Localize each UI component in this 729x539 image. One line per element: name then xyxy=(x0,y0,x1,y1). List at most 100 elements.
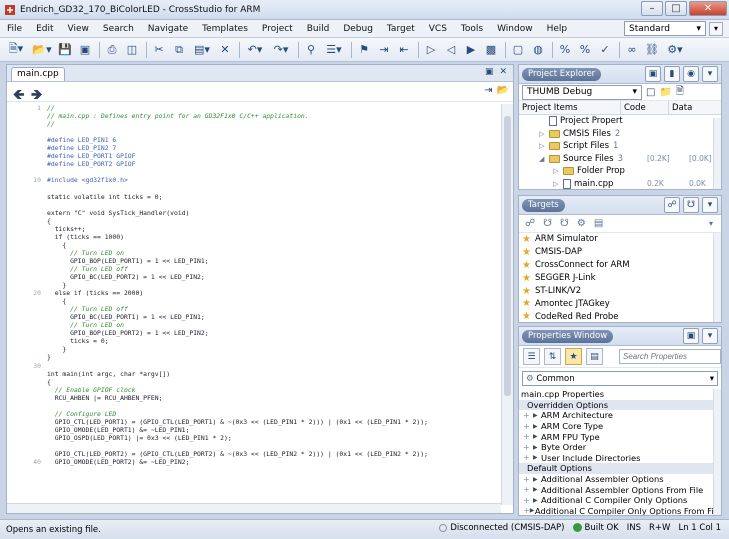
new-folder-icon[interactable]: 📁 xyxy=(659,87,671,98)
connection-status[interactable]: Disconnected (CMSIS-DAP) xyxy=(439,523,565,533)
targets-scrollbar[interactable] xyxy=(713,233,721,322)
property-row[interactable]: + ▶ Additional C Compiler Only Options Fro… xyxy=(519,506,721,515)
menu-navigate[interactable]: Navigate xyxy=(141,24,195,34)
property-pages-icon[interactable]: ▤ xyxy=(586,348,603,365)
project-scrollbar[interactable] xyxy=(713,118,721,189)
expand-plus-icon[interactable]: + xyxy=(523,432,533,441)
expand-plus-icon[interactable]: + xyxy=(523,411,533,420)
expand-plus-icon[interactable]: + xyxy=(523,496,533,505)
target-disconnect-icon[interactable]: ☋ xyxy=(543,218,552,229)
menu-view[interactable]: View xyxy=(61,24,96,34)
target-icon[interactable]: ◉ xyxy=(683,66,699,82)
save-all-icon[interactable]: ▣ xyxy=(76,41,94,59)
layout-combo[interactable]: Standard ▾ xyxy=(624,21,706,36)
menu-tools[interactable]: Tools xyxy=(454,24,490,34)
connect-icon[interactable]: ☍ xyxy=(664,197,680,213)
project-tree-item[interactable]: ▷ Script Files 1 xyxy=(519,140,721,153)
target-item[interactable]: ★ ARM Simulator xyxy=(519,233,721,246)
project-tree-item[interactable]: Project Propert xyxy=(519,115,721,128)
tab-main-cpp[interactable]: main.cpp xyxy=(11,67,65,81)
toggle-bookmark-icon[interactable]: ▶ xyxy=(462,41,480,59)
target-item[interactable]: ★ CodeRed Red Probe xyxy=(519,310,721,322)
property-row[interactable]: + ▶ ARM Architecture xyxy=(519,410,721,421)
scroll-thumb[interactable] xyxy=(504,116,511,396)
expand-arrow-icon[interactable]: ▷ xyxy=(553,180,563,188)
navigate-icon[interactable]: ⇥ xyxy=(484,85,492,96)
project-tree-item[interactable]: ◢ Source Files 3 [0.2K] [0.0K] xyxy=(519,153,721,166)
print-icon[interactable]: ⎙ xyxy=(103,41,121,59)
window-icon[interactable]: ▣ xyxy=(645,66,661,82)
menu-file[interactable]: File xyxy=(0,24,29,34)
target-new-icon[interactable]: ▤ xyxy=(594,218,603,229)
star-filter-icon[interactable]: ★ xyxy=(565,348,582,365)
build-status[interactable]: Built OK xyxy=(572,523,619,533)
target-item[interactable]: ★ SEGGER J-Link xyxy=(519,272,721,285)
format-icon[interactable]: % xyxy=(576,41,594,59)
column-project-items[interactable]: Project Items xyxy=(519,101,621,114)
menu-window[interactable]: Window xyxy=(490,24,540,34)
target-reset-icon[interactable]: ☋ xyxy=(560,218,569,229)
target-item[interactable]: ★ ST-LINK/V2 xyxy=(519,285,721,298)
infinity-icon[interactable]: ∞ xyxy=(623,41,641,59)
menu-target[interactable]: Target xyxy=(380,24,422,34)
property-row[interactable]: + ▶ ARM Core Type xyxy=(519,421,721,432)
close-button[interactable]: ✕ xyxy=(689,1,727,16)
menu-help[interactable]: Help xyxy=(540,24,575,34)
open-folder-icon[interactable]: 📂▾ xyxy=(30,41,54,59)
find-options-icon[interactable]: ☰▾ xyxy=(322,41,346,59)
link-icon[interactable]: ⛓ xyxy=(643,41,661,59)
paste-icon[interactable]: ▤▾ xyxy=(190,41,214,59)
target-props-icon[interactable]: ⚙ xyxy=(577,218,586,229)
minimize-button[interactable]: – xyxy=(641,1,663,16)
project-tree-item[interactable]: ▷ Folder Prop xyxy=(519,165,721,178)
clear-bookmarks-icon[interactable]: ▩ xyxy=(482,41,500,59)
search-properties-input[interactable] xyxy=(619,349,721,364)
undo-icon[interactable]: ↶▾ xyxy=(243,41,267,59)
properties-scrollbar[interactable] xyxy=(713,389,721,515)
menu-edit[interactable]: Edit xyxy=(29,24,60,34)
expand-plus-icon[interactable]: + xyxy=(523,443,533,452)
categorized-icon[interactable]: ☰ xyxy=(523,348,540,365)
redo-icon[interactable]: ↷▾ xyxy=(269,41,293,59)
find-icon[interactable]: ⚲ xyxy=(302,41,320,59)
editor-vertical-scrollbar[interactable] xyxy=(501,104,513,505)
property-row[interactable]: + ▶ ARM FPU Type xyxy=(519,431,721,442)
percent-icon[interactable]: % xyxy=(556,41,574,59)
editor-window-icon[interactable]: ▣ xyxy=(485,67,494,77)
menu-build[interactable]: Build xyxy=(300,24,337,34)
target-connect-icon[interactable]: ☍ xyxy=(525,218,535,229)
menu-templates[interactable]: Templates xyxy=(195,24,255,34)
expand-plus-icon[interactable]: + xyxy=(523,485,533,494)
property-row[interactable]: + ▶ User Include Directories xyxy=(519,453,721,464)
copy-icon[interactable]: ⧉ xyxy=(170,41,188,59)
uncomment-icon[interactable]: ◍ xyxy=(529,41,547,59)
properties-group-combo[interactable]: ⚙ Common ▾ xyxy=(522,371,718,386)
expand-arrow-icon[interactable]: ▷ xyxy=(553,167,563,175)
targets-settings-icon[interactable]: ☋ xyxy=(683,197,699,213)
new-file-icon[interactable]: 🗎▾ xyxy=(4,41,28,59)
property-row[interactable]: + ▶ Additional Assembler Options xyxy=(519,474,721,485)
indent-icon[interactable]: ⇥ xyxy=(375,41,393,59)
expand-plus-icon[interactable]: + xyxy=(523,475,533,484)
chevron-down-icon[interactable]: ▾ xyxy=(702,328,718,344)
target-item[interactable]: ★ Amontec JTAGkey xyxy=(519,297,721,310)
project-tree-item[interactable]: ▷ CMSIS Files 2 xyxy=(519,128,721,141)
close-editor-icon[interactable]: ✕ xyxy=(499,67,507,77)
property-row[interactable]: + ▶ Byte Order xyxy=(519,442,721,453)
target-item[interactable]: ★ CrossConnect for ARM xyxy=(519,259,721,272)
bookmark-icon[interactable]: ⚑ xyxy=(355,41,373,59)
settings-icon[interactable]: ⚙▾ xyxy=(663,41,687,59)
menu-vcs[interactable]: VCS xyxy=(422,24,454,34)
property-row[interactable]: + ▶ Additional Assembler Options From File xyxy=(519,484,721,495)
properties-window-icon[interactable]: ▣ xyxy=(683,328,699,344)
build-icon[interactable]: ▮ xyxy=(664,66,680,82)
comment-icon[interactable]: ▢ xyxy=(509,41,527,59)
cut-icon[interactable]: ✂ xyxy=(150,41,168,59)
new-window-icon[interactable]: □ xyxy=(646,87,655,98)
tools-icon[interactable]: ✓ xyxy=(596,41,614,59)
prev-bookmark-icon[interactable]: ◁ xyxy=(442,41,460,59)
expand-arrow-icon[interactable]: ▷ xyxy=(539,142,549,150)
target-item[interactable]: ★ CMSIS-DAP xyxy=(519,246,721,259)
project-tree-item[interactable]: ▷ main.cpp 0.2K 0.0K xyxy=(519,178,721,190)
chevron-down-icon[interactable]: ▾ xyxy=(709,219,713,228)
